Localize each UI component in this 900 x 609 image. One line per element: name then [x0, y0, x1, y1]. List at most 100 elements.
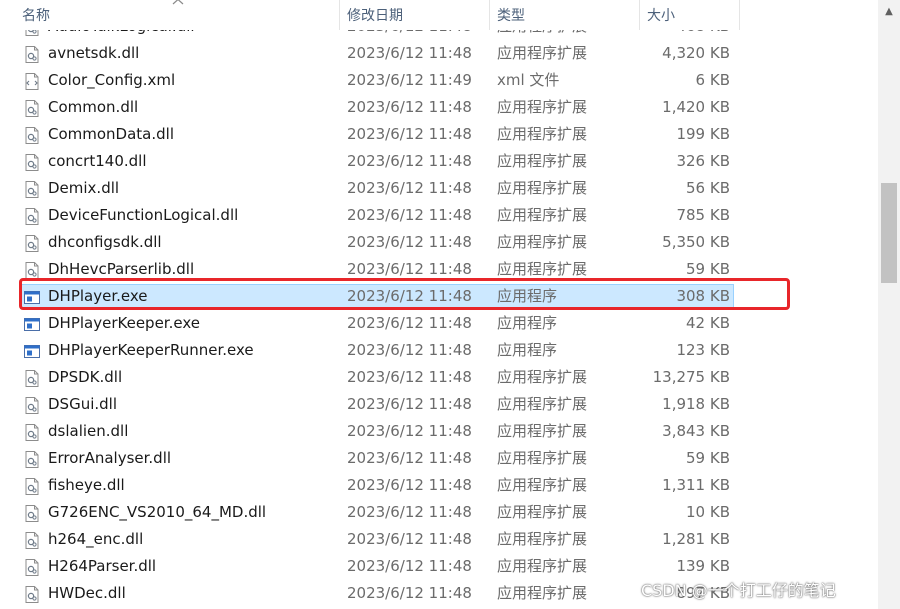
file-row[interactable]: dslalien.dll 2023/6/12 11:48 应用程序扩展 3,843 K…	[0, 418, 878, 445]
file-size: 785 KB	[676, 206, 730, 224]
file-size: 59 KB	[686, 260, 730, 278]
file-type: 应用程序扩展	[497, 125, 588, 143]
file-size: 3,843 KB	[662, 422, 730, 440]
file-row[interactable]: concrt140.dll 2023/6/12 11:48 应用程序扩展 326 KB	[0, 148, 878, 175]
dll-file-icon	[24, 369, 40, 387]
file-type: 应用程序扩展	[497, 503, 588, 521]
file-type: 应用程序	[497, 287, 558, 305]
exe-file-icon	[24, 288, 40, 305]
vertical-scrollbar[interactable]: ▲	[878, 0, 900, 609]
file-row[interactable]: CommonData.dll 2023/6/12 11:48 应用程序扩展 199 K…	[0, 121, 878, 148]
file-name: G726ENC_VS2010_64_MD.dll	[48, 503, 267, 521]
file-type: 应用程序扩展	[497, 395, 588, 413]
file-modified-date: 2023/6/12 11:48	[347, 233, 472, 251]
file-row[interactable]: Demix.dll 2023/6/12 11:48 应用程序扩展 56 KB	[0, 175, 878, 202]
file-row[interactable]: h264_enc.dll 2023/6/12 11:48 应用程序扩展 1,281 K…	[0, 526, 878, 553]
exe-file-icon	[24, 315, 40, 332]
file-list-rows: AudioTalkLogical.dll 2023/6/12 11:48 应用程序扩…	[0, 30, 878, 607]
column-header-size[interactable]: 大小	[647, 0, 675, 30]
file-size: 139 KB	[676, 557, 730, 575]
file-modified-date: 2023/6/12 11:48	[347, 449, 472, 467]
file-modified-date: 2023/6/12 11:48	[347, 287, 472, 305]
file-size: 4,320 KB	[662, 44, 730, 62]
file-type: 应用程序扩展	[497, 530, 588, 548]
file-name: dhconfigsdk.dll	[48, 233, 162, 251]
file-modified-date: 2023/6/12 11:48	[347, 395, 472, 413]
file-modified-date: 2023/6/12 11:48	[347, 44, 472, 62]
column-header-date[interactable]: 修改日期	[347, 0, 403, 30]
file-size: 42 KB	[686, 314, 730, 332]
column-divider[interactable]	[339, 0, 340, 30]
dll-file-icon	[24, 234, 40, 252]
dll-file-icon	[24, 153, 40, 171]
column-divider[interactable]	[739, 0, 740, 30]
file-row[interactable]: avnetsdk.dll 2023/6/12 11:48 应用程序扩展 4,320 K…	[0, 40, 878, 67]
file-row[interactable]: H264Parser.dll 2023/6/12 11:48 应用程序扩展 139 K…	[0, 553, 878, 580]
dll-file-icon	[24, 450, 40, 468]
file-name: ErrorAnalyser.dll	[48, 449, 172, 467]
file-name: DHPlayerKeeper.exe	[48, 314, 200, 332]
exe-file-icon	[24, 342, 40, 359]
scroll-up-arrow-icon[interactable]: ▲	[878, 0, 900, 24]
file-name: DHPlayerKeeperRunner.exe	[48, 341, 254, 359]
file-modified-date: 2023/6/12 11:48	[347, 98, 472, 116]
dll-file-icon	[24, 585, 40, 603]
file-size: 5,350 KB	[662, 233, 730, 251]
file-row[interactable]: AudioTalkLogical.dll 2023/6/12 11:48 应用程序扩…	[0, 30, 878, 40]
column-divider[interactable]	[489, 0, 490, 30]
file-type: 应用程序	[497, 341, 558, 359]
scroll-thumb[interactable]	[881, 183, 897, 283]
file-name: concrt140.dll	[48, 152, 147, 170]
file-row[interactable]: ErrorAnalyser.dll 2023/6/12 11:48 应用程序扩展 59…	[0, 445, 878, 472]
file-modified-date: 2023/6/12 11:48	[347, 314, 472, 332]
dll-file-icon	[24, 504, 40, 522]
file-size: 308 KB	[676, 287, 730, 305]
column-header-name[interactable]: 名称	[22, 0, 50, 30]
file-type: 应用程序扩展	[497, 179, 588, 197]
file-name: Demix.dll	[48, 179, 120, 197]
file-row[interactable]: DhHevcParserlib.dll 2023/6/12 11:48 应用程序扩展…	[0, 256, 878, 283]
column-divider[interactable]	[639, 0, 640, 30]
dll-file-icon	[24, 180, 40, 198]
file-name: fisheye.dll	[48, 476, 125, 494]
file-name: H264Parser.dll	[48, 557, 157, 575]
file-modified-date: 2023/6/12 11:48	[347, 422, 472, 440]
file-type: 应用程序扩展	[497, 449, 588, 467]
file-row[interactable]: DeviceFunctionLogical.dll 2023/6/12 11:48…	[0, 202, 878, 229]
file-name: h264_enc.dll	[48, 530, 144, 548]
file-name: Common.dll	[48, 98, 139, 116]
file-type: 应用程序扩展	[497, 206, 588, 224]
file-row[interactable]: dhconfigsdk.dll 2023/6/12 11:48 应用程序扩展 5,35…	[0, 229, 878, 256]
file-type: 应用程序	[497, 314, 558, 332]
file-type: 应用程序扩展	[497, 30, 587, 40]
file-row[interactable]: DHPlayerKeeper.exe 2023/6/12 11:48 应用程序 42 …	[0, 310, 878, 337]
file-size: 326 KB	[676, 152, 730, 170]
dll-file-icon	[24, 531, 40, 549]
file-row[interactable]: DHPlayerKeeperRunner.exe 2023/6/12 11:48 应…	[0, 337, 878, 364]
dll-file-icon	[24, 207, 40, 225]
file-size: 123 KB	[676, 341, 730, 359]
dll-file-icon	[24, 396, 40, 414]
file-row-selected[interactable]: DHPlayer.exe 2023/6/12 11:48 应用程序 308 KB	[0, 283, 878, 310]
file-name: DPSDK.dll	[48, 368, 123, 386]
file-type: 应用程序扩展	[497, 44, 588, 62]
file-type: xml 文件	[497, 71, 560, 89]
file-row[interactable]: G726ENC_VS2010_64_MD.dll 2023/6/12 11:48 应…	[0, 499, 878, 526]
file-modified-date: 2023/6/12 11:48	[347, 584, 472, 602]
file-name: DSGui.dll	[48, 395, 117, 413]
file-row[interactable]: Color_Config.xml 2023/6/12 11:49 xml 文件 6 K…	[0, 67, 878, 94]
file-name: DeviceFunctionLogical.dll	[48, 206, 239, 224]
file-size: 468 KB	[640, 30, 730, 40]
file-name: Color_Config.xml	[48, 71, 176, 89]
file-modified-date: 2023/6/12 11:48	[347, 179, 472, 197]
column-header-type[interactable]: 类型	[497, 0, 525, 30]
file-size: 1,918 KB	[662, 395, 730, 413]
file-row[interactable]: fisheye.dll 2023/6/12 11:48 应用程序扩展 1,311 KB	[0, 472, 878, 499]
file-name: CommonData.dll	[48, 125, 174, 143]
file-type: 应用程序扩展	[497, 584, 588, 602]
file-row[interactable]: DSGui.dll 2023/6/12 11:48 应用程序扩展 1,918 KB	[0, 391, 878, 418]
dll-file-icon	[24, 558, 40, 576]
file-row[interactable]: DPSDK.dll 2023/6/12 11:48 应用程序扩展 13,275 KB	[0, 364, 878, 391]
file-type: 应用程序扩展	[497, 557, 588, 575]
file-row[interactable]: Common.dll 2023/6/12 11:48 应用程序扩展 1,420 KB	[0, 94, 878, 121]
